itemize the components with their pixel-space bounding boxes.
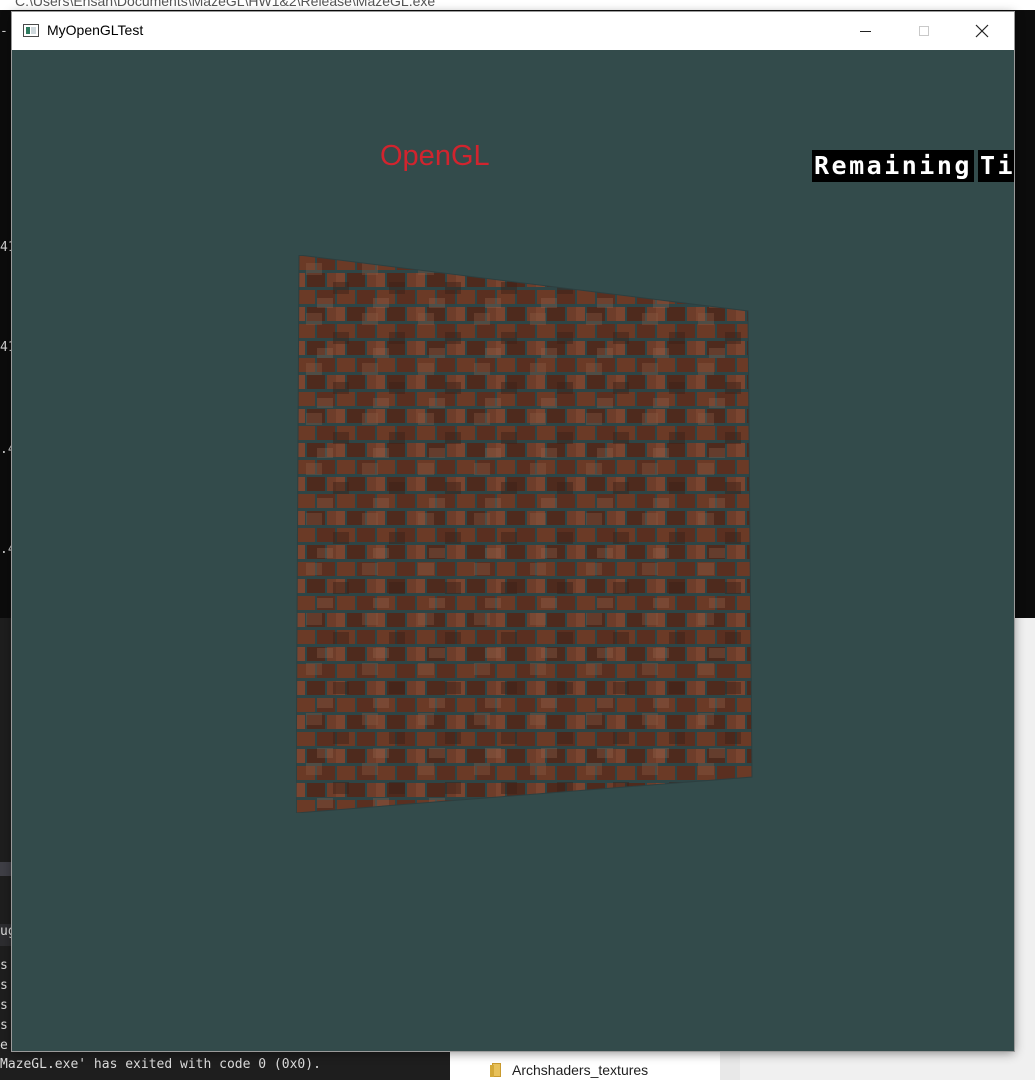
solution-explorer-scrollbar[interactable] bbox=[720, 1050, 740, 1080]
window-titlebar[interactable]: MyOpenGLTest bbox=[12, 12, 1014, 50]
remaining-time-display: Remaining Ti bbox=[812, 150, 1014, 182]
opengl-window: MyOpenGLTest OpenGL Remaining Ti bbox=[12, 12, 1014, 1051]
maximize-icon bbox=[918, 26, 929, 36]
app-window-icon bbox=[23, 24, 39, 37]
folder-icon bbox=[490, 1063, 504, 1077]
opengl-viewport[interactable]: OpenGL Remaining Ti bbox=[12, 50, 1014, 1051]
timer-word: Ti bbox=[977, 150, 1014, 182]
minimize-icon bbox=[860, 30, 871, 32]
timer-word: Remaining bbox=[812, 150, 974, 182]
maximize-button[interactable] bbox=[895, 12, 952, 50]
brick-wall-quad bbox=[296, 255, 753, 813]
explorer-folder-label: Archshaders_textures bbox=[512, 1062, 649, 1078]
minimize-button[interactable] bbox=[837, 12, 894, 50]
window-title: MyOpenGLTest bbox=[47, 22, 144, 38]
console-title: C:\Users\Ehsan\Documents\MazeGL\HW1&2\Re… bbox=[15, 0, 436, 9]
output-exit-message: MazeGL.exe' has exited with code 0 (0x0)… bbox=[0, 1057, 321, 1072]
opengl-label: OpenGL bbox=[380, 140, 490, 172]
close-icon bbox=[975, 24, 988, 38]
close-button[interactable] bbox=[953, 12, 1010, 50]
explorer-folder-item[interactable]: Archshaders_textures bbox=[490, 1060, 648, 1080]
